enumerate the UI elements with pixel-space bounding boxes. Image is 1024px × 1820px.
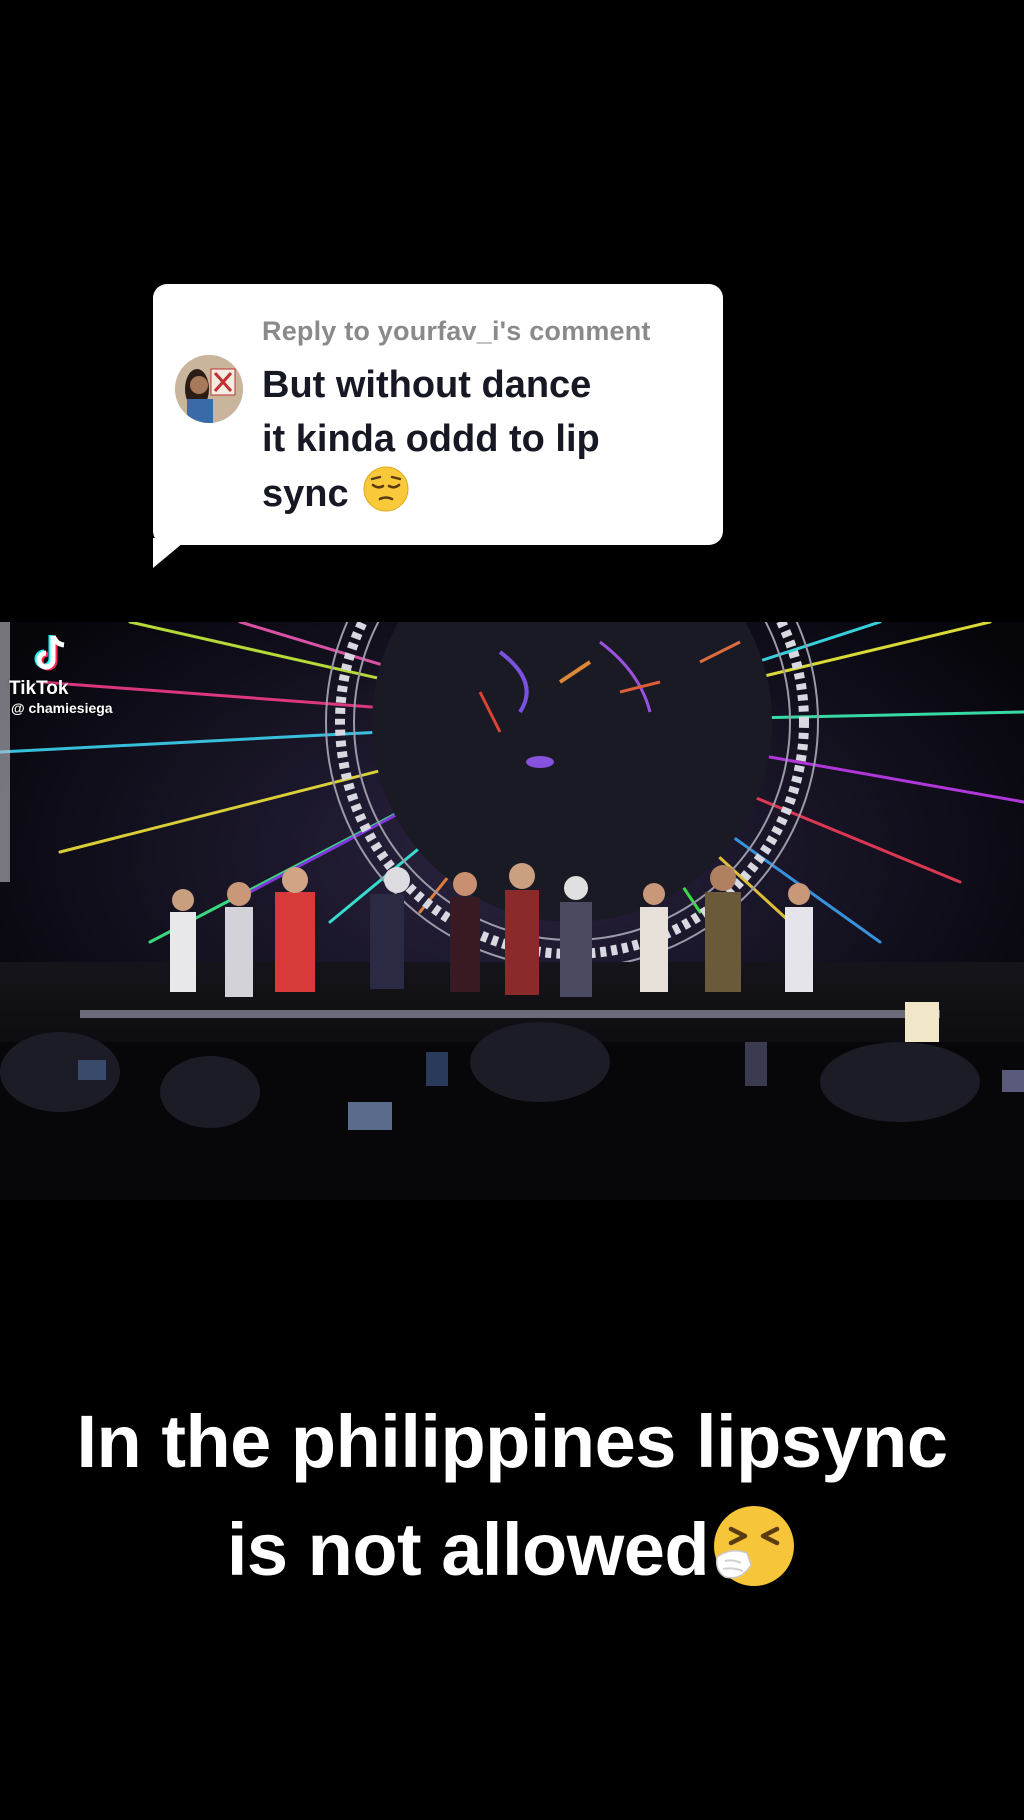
- avatar: [175, 355, 243, 423]
- caption-line-2: is not allowed: [0, 1496, 1024, 1618]
- tiktok-brand-text: TikTok: [9, 678, 69, 699]
- caption-line-1: In the philippines lipsync: [76, 1400, 949, 1483]
- reply-line-3-text: sync: [262, 473, 349, 515]
- pensive-face-icon: [363, 466, 409, 527]
- video-frame[interactable]: [0, 622, 1024, 1200]
- reply-comment-sticker[interactable]: Reply to yourfav_i's comment But without…: [153, 284, 723, 545]
- tiktok-logo-icon: [31, 632, 71, 674]
- video-caption: In the philippines lipsync is not allowe…: [0, 1388, 1024, 1618]
- caption-line-2-text: is not allowed: [226, 1508, 710, 1591]
- reply-line-1: But without dance: [262, 364, 592, 406]
- creator-handle: @ chamiesiega: [11, 700, 113, 716]
- reply-comment-text: But without dance it kinda oddd to lip s…: [262, 358, 682, 527]
- reply-line-2: it kinda oddd to lip: [262, 418, 600, 460]
- reply-line-3: sync: [262, 466, 682, 527]
- reply-header: Reply to yourfav_i's comment: [262, 316, 651, 346]
- concert-stage-image: [0, 622, 1024, 1200]
- sneezing-face-icon: [711, 1503, 797, 1618]
